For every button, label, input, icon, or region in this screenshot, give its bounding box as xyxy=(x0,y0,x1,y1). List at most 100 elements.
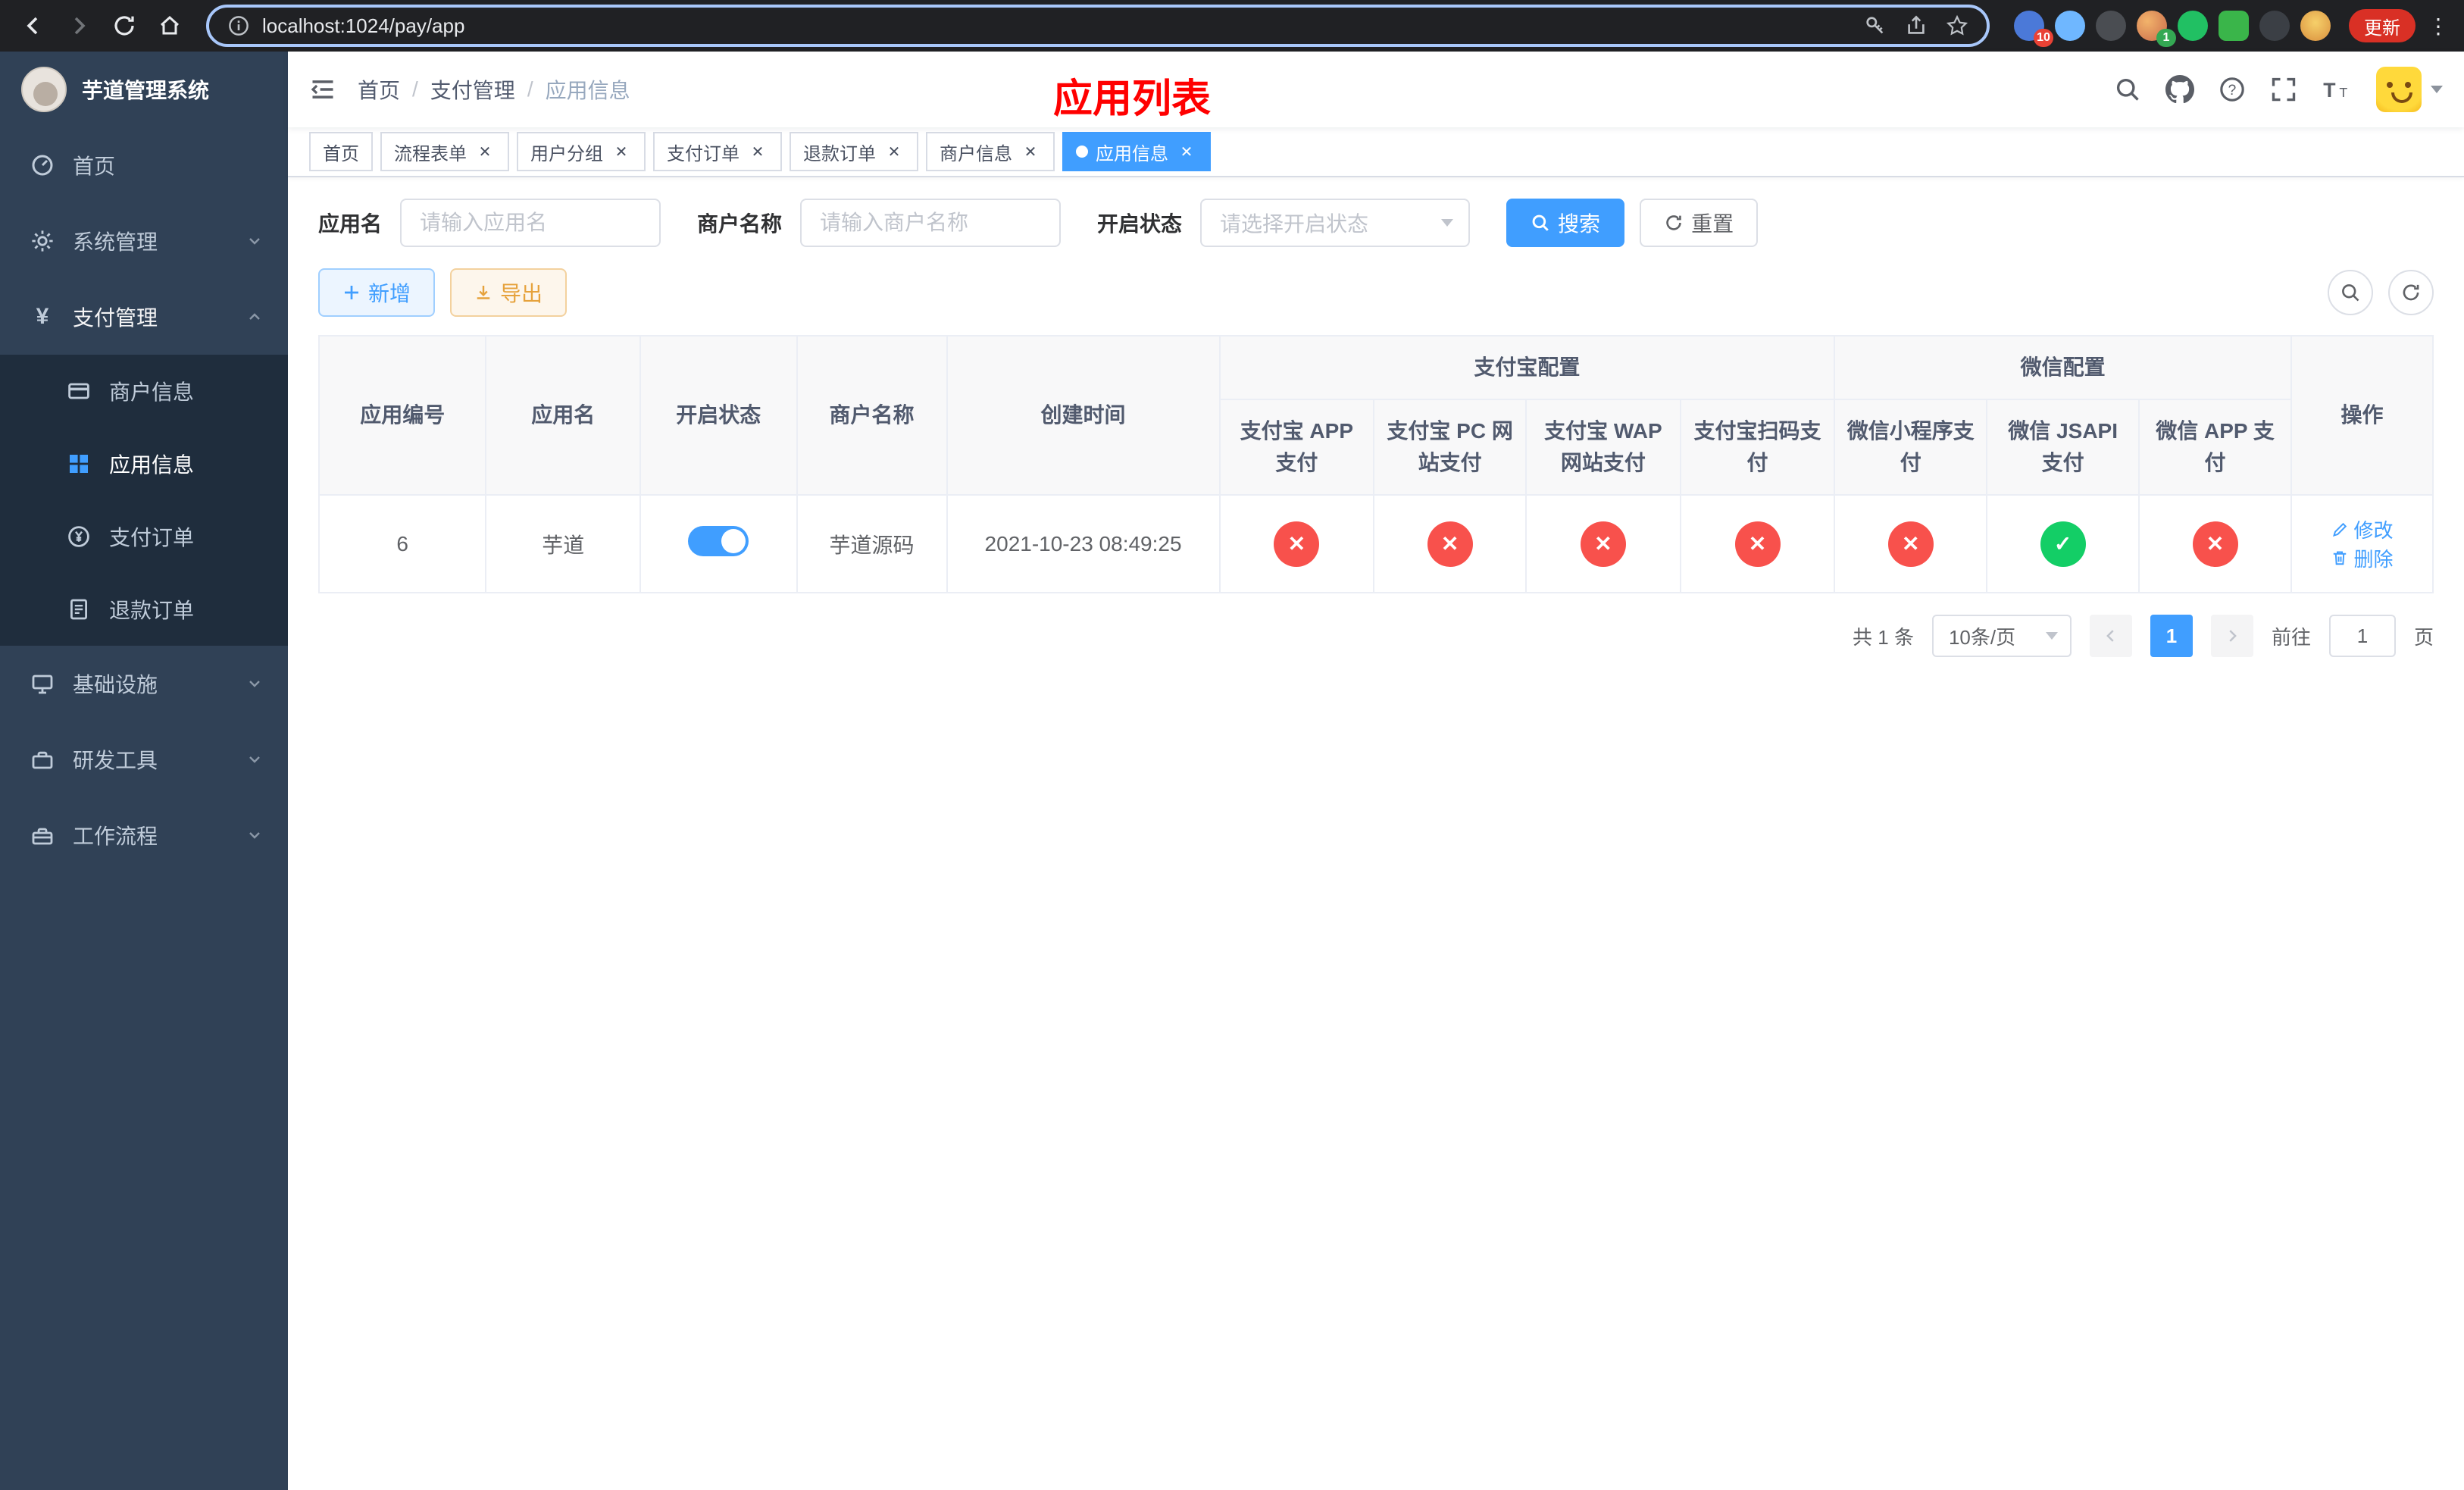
tab-merchant-info[interactable]: 商户信息 xyxy=(926,132,1055,171)
github-icon[interactable] xyxy=(2165,75,2194,104)
url-text[interactable]: localhost:1024/pay/app xyxy=(262,14,464,38)
extension-icon-1[interactable]: 10 xyxy=(2014,11,2053,47)
status-toggle[interactable] xyxy=(688,526,749,556)
column-header-wx-mini: 微信小程序支付 xyxy=(1834,399,1988,496)
breadcrumb-home[interactable]: 首页 xyxy=(358,74,400,105)
search-icon xyxy=(2340,282,2361,303)
tab-close-icon[interactable] xyxy=(747,141,768,162)
sidebar-logo[interactable]: 芋道管理系统 xyxy=(0,52,288,127)
app-name-input[interactable] xyxy=(400,199,661,247)
chevron-down-icon xyxy=(2045,632,2058,640)
sidebar-item-payment[interactable]: ¥ 支付管理 xyxy=(0,279,288,355)
tab-refund-orders[interactable]: 退款订单 xyxy=(790,132,918,171)
extension-icon-8[interactable] xyxy=(2300,11,2331,41)
user-avatar xyxy=(2376,67,2422,112)
tab-process-form[interactable]: 流程表单 xyxy=(380,132,509,171)
sidebar-item-payment-orders[interactable]: 支付订单 xyxy=(0,500,288,573)
search-icon[interactable] xyxy=(2114,76,2141,103)
sidebar-fold-icon[interactable] xyxy=(309,76,336,103)
tab-close-icon[interactable] xyxy=(474,141,496,162)
sidebar-item-label: 首页 xyxy=(73,155,116,178)
sidebar-item-dev-tools[interactable]: 研发工具 xyxy=(0,722,288,797)
extension-badge-2: 1 xyxy=(2156,29,2176,47)
help-icon[interactable]: ? xyxy=(2219,76,2246,103)
user-menu[interactable] xyxy=(2376,67,2443,112)
edit-link[interactable]: 修改 xyxy=(2331,515,2393,543)
sidebar-item-label: 支付管理 xyxy=(73,306,158,330)
reload-icon xyxy=(112,14,136,38)
grid-icon xyxy=(67,452,91,476)
merchant-name-input[interactable] xyxy=(800,199,1062,247)
export-button[interactable]: 导出 xyxy=(450,268,568,317)
extension-icon-5[interactable] xyxy=(2178,11,2208,41)
breadcrumb-payment[interactable]: 支付管理 xyxy=(430,74,515,105)
sidebar-item-label: 退款订单 xyxy=(109,599,195,622)
tab-app-info[interactable]: 应用信息 xyxy=(1062,132,1211,171)
status-select[interactable]: 请选择开启状态 xyxy=(1200,199,1471,247)
toggle-search-button[interactable] xyxy=(2328,270,2373,315)
breadcrumb-current: 应用信息 xyxy=(545,79,630,102)
refresh-table-button[interactable] xyxy=(2388,270,2434,315)
tab-home[interactable]: 首页 xyxy=(309,132,373,171)
monitor-icon xyxy=(30,671,55,696)
tab-payment-orders[interactable]: 支付订单 xyxy=(653,132,782,171)
payment-submenu: 商户信息 应用信息 支付订单 退款订单 xyxy=(0,355,288,646)
extension-icon-3[interactable] xyxy=(2096,11,2126,41)
chevron-down-icon xyxy=(245,232,264,250)
delete-link[interactable]: 删除 xyxy=(2331,544,2393,572)
extension-icon-4[interactable]: 1 xyxy=(2137,11,2176,47)
search-button[interactable]: 搜索 xyxy=(1506,199,1625,247)
sidebar-item-app-info[interactable]: 应用信息 xyxy=(0,427,288,500)
prev-page-button[interactable] xyxy=(2089,615,2132,657)
alipay-qr-status-icon[interactable] xyxy=(1734,521,1781,567)
browser-update-button[interactable]: 更新 xyxy=(2349,9,2416,42)
refresh-icon xyxy=(1664,213,1684,233)
tab-user-group[interactable]: 用户分组 xyxy=(517,132,646,171)
sidebar-item-refund-orders[interactable]: 退款订单 xyxy=(0,573,288,646)
font-size-icon[interactable]: TT xyxy=(2322,76,2352,103)
page-size-select[interactable]: 10条/页 xyxy=(1931,615,2072,657)
browser-menu-icon[interactable]: ⋮ xyxy=(2425,14,2452,39)
next-page-button[interactable] xyxy=(2210,615,2253,657)
password-key-icon[interactable] xyxy=(1864,14,1887,37)
alipay-wap-status-icon[interactable] xyxy=(1580,521,1626,567)
sidebar-item-workflow[interactable]: 工作流程 xyxy=(0,797,288,873)
wx-mini-status-icon[interactable] xyxy=(1887,521,1934,567)
share-icon[interactable] xyxy=(1905,14,1928,37)
tab-close-icon[interactable] xyxy=(1176,141,1197,162)
add-button[interactable]: 新增 xyxy=(318,268,436,317)
main-content: 首页 / 支付管理 / 应用信息 应用列表 ? TT 首页 流程表单 ✕ 用户分… xyxy=(288,52,2464,1490)
tab-close-icon[interactable] xyxy=(883,141,905,162)
pay-order-icon xyxy=(67,524,91,549)
alipay-app-status-icon[interactable] xyxy=(1274,521,1320,567)
alipay-pc-status-icon[interactable] xyxy=(1427,521,1473,567)
bookmark-star-icon[interactable] xyxy=(1946,14,1968,37)
extension-icon-6[interactable] xyxy=(2219,11,2249,41)
reset-button[interactable]: 重置 xyxy=(1640,199,1759,247)
browser-home-button[interactable] xyxy=(149,5,191,47)
goto-page-input[interactable] xyxy=(2328,615,2396,657)
credit-card-icon xyxy=(67,379,91,403)
browser-back-button[interactable] xyxy=(12,5,55,47)
total-count: 共 1 条 xyxy=(1853,625,1914,649)
sidebar-item-system[interactable]: 系统管理 xyxy=(0,203,288,279)
wx-app-status-icon[interactable] xyxy=(2192,521,2238,567)
address-bar[interactable]: localhost:1024/pay/app xyxy=(206,5,1990,47)
page-number-button[interactable]: 1 xyxy=(2150,615,2193,657)
sidebar-item-merchant-info[interactable]: 商户信息 xyxy=(0,355,288,427)
site-info-icon[interactable] xyxy=(227,14,250,37)
fullscreen-icon[interactable] xyxy=(2270,76,2297,103)
browser-reload-button[interactable] xyxy=(103,5,145,47)
tab-close-icon[interactable] xyxy=(1020,141,1041,162)
browser-forward-button[interactable] xyxy=(58,5,100,47)
sidebar-item-home[interactable]: 首页 xyxy=(0,127,288,203)
tags-view-bar: 首页 流程表单 用户分组 支付订单 退款订单 商户信息 应用信息 xyxy=(288,127,2464,177)
sidebar-item-label: 商户信息 xyxy=(109,380,195,404)
page-title: 应用列表 xyxy=(1053,77,1212,121)
tab-close-icon[interactable] xyxy=(611,141,632,162)
chevron-down-icon xyxy=(245,826,264,844)
extension-icon-7[interactable] xyxy=(2259,11,2290,41)
sidebar-item-infrastructure[interactable]: 基础设施 xyxy=(0,646,288,722)
extension-icon-2[interactable] xyxy=(2055,11,2085,41)
wx-jsapi-status-icon[interactable] xyxy=(2040,521,2086,567)
